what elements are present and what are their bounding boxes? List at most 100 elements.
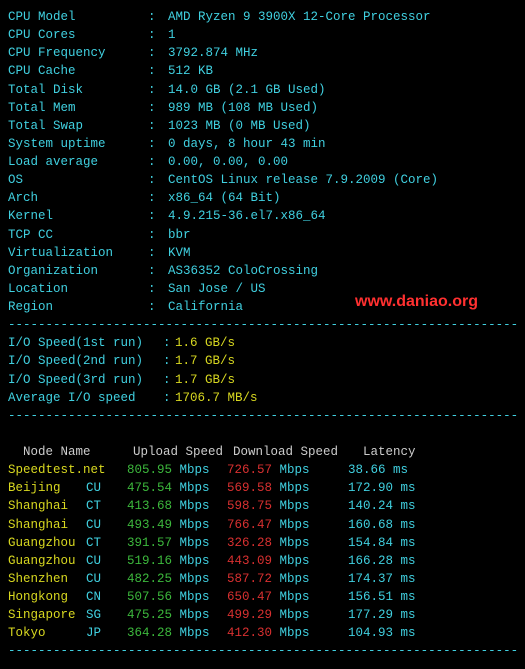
download-value: 650.47 bbox=[218, 588, 272, 606]
download-value: 569.58 bbox=[218, 479, 272, 497]
upload-value: 493.49 bbox=[118, 516, 172, 534]
colon: : bbox=[163, 334, 175, 352]
sysinfo-value: 1 bbox=[168, 28, 176, 42]
colon: : bbox=[148, 280, 168, 298]
latency-value: 38.66 ms bbox=[348, 461, 408, 479]
sysinfo-row: Total Swap: 1023 MB (0 MB Used) bbox=[8, 117, 517, 135]
sysinfo-value: KVM bbox=[168, 246, 191, 260]
sysinfo-value: AS36352 ColoCrossing bbox=[168, 264, 318, 278]
download-value: 598.75 bbox=[218, 497, 272, 515]
io-row: Average I/O speed: 1706.7 MB/s bbox=[8, 389, 517, 407]
sysinfo-value: San Jose / US bbox=[168, 282, 266, 296]
sysinfo-value: 14.0 GB (2.1 GB Used) bbox=[168, 83, 326, 97]
colon: : bbox=[148, 189, 168, 207]
download-value: 587.72 bbox=[218, 570, 272, 588]
unit: Mbps bbox=[180, 536, 210, 550]
sysinfo-row: OS: CentOS Linux release 7.9.2009 (Core) bbox=[8, 171, 517, 189]
latency-value: 172.90 ms bbox=[348, 479, 416, 497]
unit: Mbps bbox=[180, 554, 210, 568]
download-value: 412.30 bbox=[218, 624, 272, 642]
sysinfo-label: Total Disk bbox=[8, 81, 148, 99]
latency-value: 177.29 ms bbox=[348, 606, 416, 624]
sysinfo-row: TCP CC: bbr bbox=[8, 226, 517, 244]
node-location: CU bbox=[86, 479, 118, 497]
download-value: 326.28 bbox=[218, 534, 272, 552]
separator: ----------------------------------------… bbox=[8, 407, 517, 425]
sysinfo-row: CPU Frequency: 3792.874 MHz bbox=[8, 44, 517, 62]
node-location: CT bbox=[86, 534, 118, 552]
sysinfo-value: 0 days, 8 hour 43 min bbox=[168, 137, 326, 151]
speedtest-row: BeijingCU475.54 Mbps569.58 Mbps172.90 ms bbox=[8, 479, 517, 497]
download-value: 726.57 bbox=[218, 461, 272, 479]
io-speed-block: I/O Speed(1st run): 1.6 GB/sI/O Speed(2n… bbox=[8, 334, 517, 407]
node-name: Guangzhou bbox=[8, 534, 86, 552]
speedtest-row: SingaporeSG475.25 Mbps499.29 Mbps177.29 … bbox=[8, 606, 517, 624]
watermark-text: www.daniao.org bbox=[355, 290, 478, 313]
sysinfo-row: Kernel: 4.9.215-36.el7.x86_64 bbox=[8, 207, 517, 225]
io-label: I/O Speed(1st run) bbox=[8, 334, 163, 352]
upload-value: 391.57 bbox=[118, 534, 172, 552]
unit: Mbps bbox=[180, 608, 210, 622]
upload-value: 805.95 bbox=[118, 461, 172, 479]
sysinfo-row: Load average: 0.00, 0.00, 0.00 bbox=[8, 153, 517, 171]
sysinfo-value: 1023 MB (0 MB Used) bbox=[168, 119, 311, 133]
colon: : bbox=[148, 99, 168, 117]
sysinfo-row: Total Disk: 14.0 GB (2.1 GB Used) bbox=[8, 81, 517, 99]
unit: Mbps bbox=[280, 572, 310, 586]
sysinfo-row: Virtualization: KVM bbox=[8, 244, 517, 262]
sysinfo-value: 0.00, 0.00, 0.00 bbox=[168, 155, 288, 169]
unit: Mbps bbox=[280, 554, 310, 568]
io-row: I/O Speed(3rd run): 1.7 GB/s bbox=[8, 371, 517, 389]
unit: Mbps bbox=[280, 499, 310, 513]
speedtest-row: ShanghaiCU493.49 Mbps766.47 Mbps160.68 m… bbox=[8, 516, 517, 534]
node-location: CU bbox=[86, 516, 118, 534]
io-value: 1.7 GB/s bbox=[175, 354, 235, 368]
latency-value: 140.24 ms bbox=[348, 497, 416, 515]
node-name: Guangzhou bbox=[8, 552, 86, 570]
upload-value: 364.28 bbox=[118, 624, 172, 642]
sysinfo-value: bbr bbox=[168, 228, 191, 242]
sysinfo-label: CPU Cache bbox=[8, 62, 148, 80]
sysinfo-row: Organization: AS36352 ColoCrossing bbox=[8, 262, 517, 280]
io-row: I/O Speed(1st run): 1.6 GB/s bbox=[8, 334, 517, 352]
node-location: SG bbox=[86, 606, 118, 624]
upload-value: 413.68 bbox=[118, 497, 172, 515]
latency-value: 154.84 ms bbox=[348, 534, 416, 552]
io-label: Average I/O speed bbox=[8, 389, 163, 407]
sysinfo-row: System uptime: 0 days, 8 hour 43 min bbox=[8, 135, 517, 153]
unit: Mbps bbox=[280, 590, 310, 604]
download-value: 499.29 bbox=[218, 606, 272, 624]
sysinfo-value: CentOS Linux release 7.9.2009 (Core) bbox=[168, 173, 438, 187]
sysinfo-row: CPU Cache: 512 KB bbox=[8, 62, 517, 80]
colon: : bbox=[163, 352, 175, 370]
sysinfo-label: Total Swap bbox=[8, 117, 148, 135]
sysinfo-value: 3792.874 MHz bbox=[168, 46, 258, 60]
download-value: 766.47 bbox=[218, 516, 272, 534]
io-value: 1706.7 MB/s bbox=[175, 391, 258, 405]
col-upload: Upload Speed bbox=[133, 443, 233, 461]
io-value: 1.7 GB/s bbox=[175, 373, 235, 387]
speedtest-row: TokyoJP364.28 Mbps412.30 Mbps104.93 ms bbox=[8, 624, 517, 642]
colon: : bbox=[148, 117, 168, 135]
unit: Mbps bbox=[180, 626, 210, 640]
unit: Mbps bbox=[280, 463, 310, 477]
node-name: Hongkong bbox=[8, 588, 86, 606]
col-download: Download Speed bbox=[233, 443, 363, 461]
colon: : bbox=[148, 171, 168, 189]
sysinfo-label: Region bbox=[8, 298, 148, 316]
sysinfo-label: CPU Cores bbox=[8, 26, 148, 44]
colon: : bbox=[148, 44, 168, 62]
sysinfo-value: California bbox=[168, 300, 243, 314]
colon: : bbox=[148, 26, 168, 44]
sysinfo-label: Kernel bbox=[8, 207, 148, 225]
node-location: CN bbox=[86, 588, 118, 606]
node-name: Beijing bbox=[8, 479, 86, 497]
sysinfo-label: OS bbox=[8, 171, 148, 189]
node-location: JP bbox=[86, 624, 118, 642]
node-name: Singapore bbox=[8, 606, 86, 624]
unit: Mbps bbox=[180, 572, 210, 586]
node-name: Tokyo bbox=[8, 624, 86, 642]
speedtest-row: Speedtest.net805.95 Mbps726.57 Mbps38.66… bbox=[8, 461, 517, 479]
speedtest-table: Speedtest.net805.95 Mbps726.57 Mbps38.66… bbox=[8, 461, 517, 642]
col-latency: Latency bbox=[363, 445, 416, 459]
